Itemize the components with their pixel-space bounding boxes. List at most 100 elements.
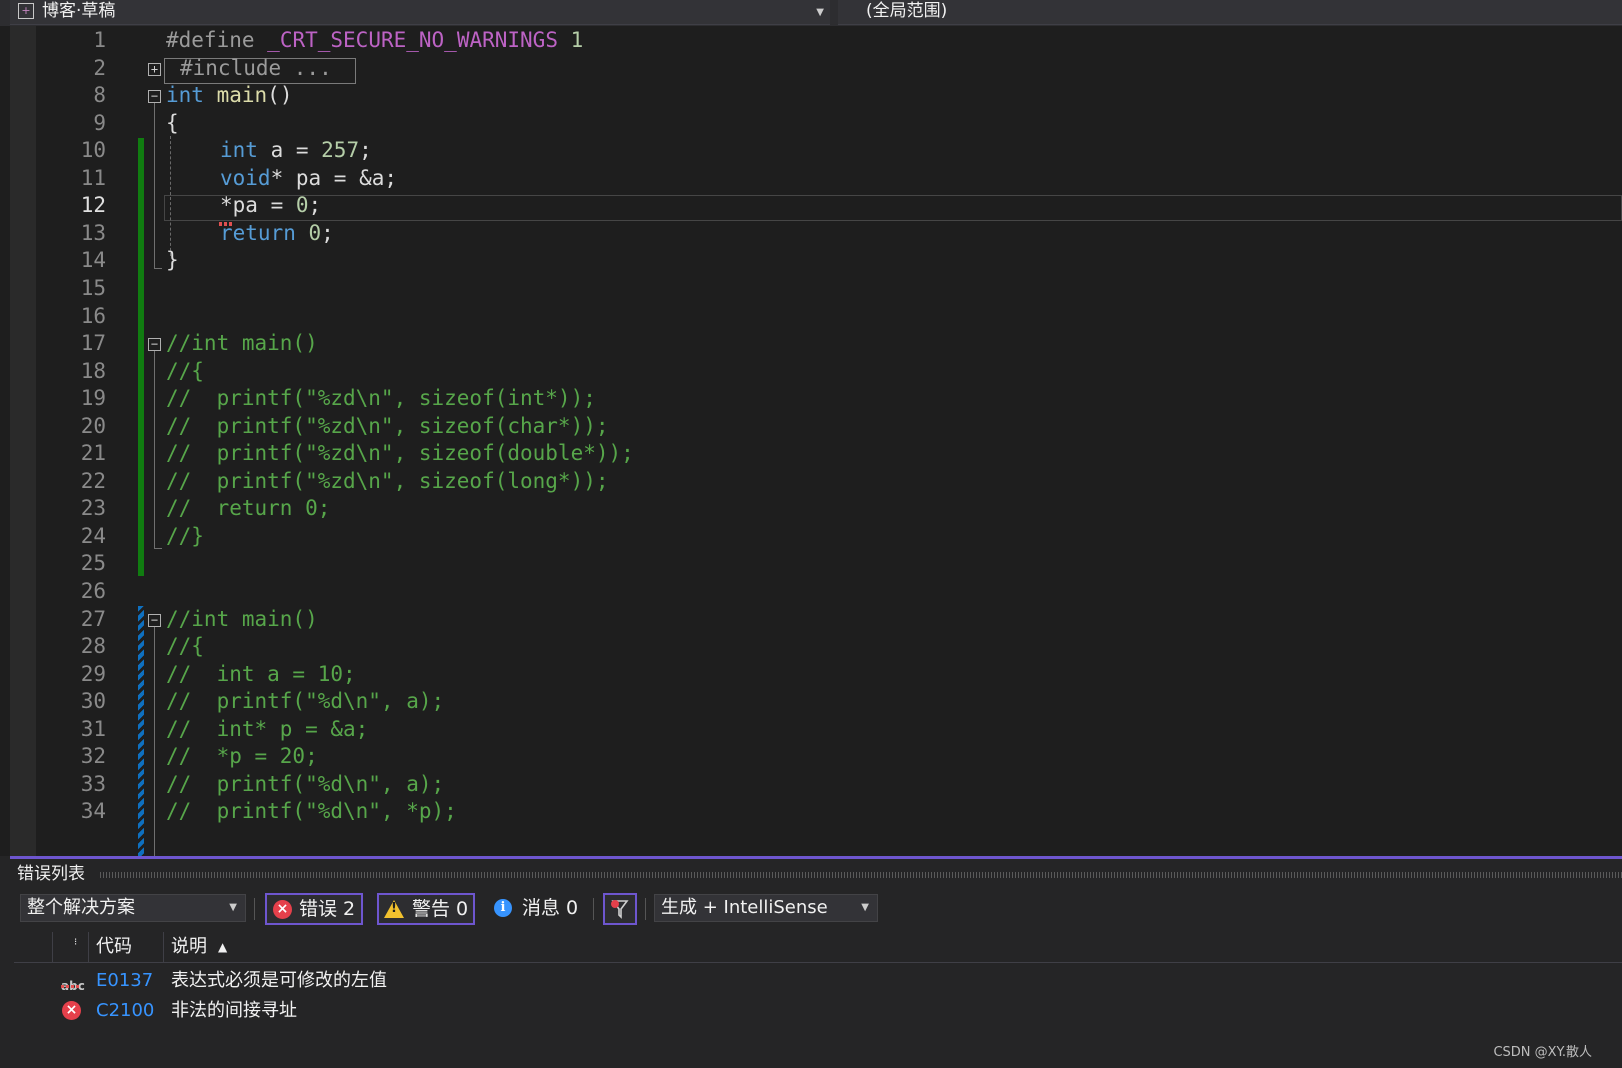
comment-line: //{ bbox=[166, 359, 204, 383]
collapse-icon[interactable]: − bbox=[148, 90, 161, 103]
line-number: 30 bbox=[80, 689, 106, 713]
messages-filter-button[interactable]: i 消息 0 bbox=[494, 894, 584, 924]
line-number: 10 bbox=[80, 138, 106, 162]
comment-line: // printf("%d\n", a); bbox=[166, 772, 445, 796]
error-row[interactable]: × C2100 非法的间接寻址 bbox=[0, 996, 1622, 1026]
number-literal: 257 bbox=[321, 138, 360, 162]
line-number: 16 bbox=[80, 304, 106, 328]
line-number: 28 bbox=[80, 634, 106, 658]
toolbar-separator bbox=[593, 898, 594, 920]
scope-dropdown[interactable]: (全局范围) bbox=[838, 0, 1622, 25]
preprocessor-directive: #define bbox=[166, 28, 255, 52]
column-separator bbox=[52, 932, 53, 962]
filter-icon bbox=[611, 900, 629, 919]
chevron-down-icon: ▼ bbox=[816, 7, 824, 18]
column-separator bbox=[163, 932, 164, 962]
comment-line: // *p = 20; bbox=[166, 744, 318, 768]
build-source-dropdown[interactable]: 生成 + IntelliSense ▼ bbox=[654, 894, 878, 922]
line-number: 31 bbox=[80, 717, 106, 741]
solution-scope-label: 整个解决方案 bbox=[27, 897, 135, 918]
code-line: { bbox=[166, 111, 179, 135]
line-number: 1 bbox=[93, 28, 106, 52]
panel-focus-border bbox=[10, 856, 1622, 859]
comment-line: // printf("%zd\n", sizeof(char*)); bbox=[166, 414, 609, 438]
line-number: 8 bbox=[93, 83, 106, 107]
line-number: 13 bbox=[80, 221, 106, 245]
toolbar-separator bbox=[645, 898, 646, 920]
line-number: 9 bbox=[93, 111, 106, 135]
chevron-down-icon: ▼ bbox=[229, 902, 237, 913]
line-number: 34 bbox=[80, 799, 106, 823]
change-indicator-unsaved bbox=[138, 606, 144, 856]
filter-button[interactable] bbox=[603, 893, 637, 925]
line-number: 24 bbox=[80, 524, 106, 548]
error-row[interactable]: abc E0137 表达式必须是可修改的左值 bbox=[0, 966, 1622, 996]
line-number: 22 bbox=[80, 469, 106, 493]
expand-icon[interactable]: + bbox=[148, 63, 161, 76]
column-options-icon[interactable]: ⁝ bbox=[74, 928, 77, 958]
collapse-icon[interactable]: − bbox=[148, 614, 161, 627]
comment-line: // printf("%zd\n", sizeof(double*)); bbox=[166, 441, 634, 465]
glyph-margin bbox=[10, 26, 36, 856]
code-line: int a = 257; bbox=[220, 138, 372, 162]
code-line: int main() bbox=[166, 83, 292, 107]
comment-line: //{ bbox=[166, 634, 204, 658]
code-line-current: *pa = 0; bbox=[220, 193, 321, 217]
line-number: 18 bbox=[80, 359, 106, 383]
panel-drag-handle[interactable] bbox=[100, 872, 1622, 878]
code-line: void* pa = &a; bbox=[220, 166, 397, 190]
code-text: a = bbox=[257, 138, 322, 162]
code-text: * pa = &a; bbox=[270, 166, 398, 190]
comment-line: //int main() bbox=[166, 607, 318, 631]
scope-label: (全局范围) bbox=[866, 1, 948, 21]
line-number: 15 bbox=[80, 276, 106, 300]
comment-line: // printf("%d\n", a); bbox=[166, 689, 445, 713]
errors-filter-label: 错误 2 bbox=[299, 898, 356, 920]
column-header-code[interactable]: 代码 bbox=[96, 932, 132, 962]
warnings-filter-button[interactable]: ! 警告 0 bbox=[377, 893, 475, 925]
code-line: #define _CRT_SECURE_NO_WARNINGS 1 bbox=[166, 28, 583, 52]
function-name: main bbox=[216, 83, 268, 107]
column-separator bbox=[88, 932, 89, 962]
warnings-filter-label: 警告 0 bbox=[412, 898, 469, 920]
comment-line: // return 0; bbox=[166, 496, 331, 520]
collapse-icon[interactable]: − bbox=[148, 338, 161, 351]
messages-filter-label: 消息 0 bbox=[522, 897, 579, 919]
keyword: void bbox=[220, 166, 271, 190]
line-number: 33 bbox=[80, 772, 106, 796]
solution-scope-dropdown[interactable]: 整个解决方案 ▼ bbox=[20, 894, 246, 922]
macro-value: 1 bbox=[570, 28, 584, 52]
fold-guide bbox=[154, 103, 155, 268]
line-number-current: 12 bbox=[80, 193, 106, 217]
fold-guide-end bbox=[154, 548, 162, 549]
line-number: 11 bbox=[80, 166, 106, 190]
errors-filter-button[interactable]: × 错误 2 bbox=[265, 893, 363, 925]
line-number: 26 bbox=[80, 579, 106, 603]
code-line: return 0; bbox=[220, 221, 334, 245]
header-divider bbox=[14, 962, 1622, 963]
error-circle-icon: × bbox=[62, 1001, 81, 1020]
code-text: ; bbox=[308, 193, 322, 217]
comment-line: // printf("%zd\n", sizeof(long*)); bbox=[166, 469, 609, 493]
error-code[interactable]: E0137 bbox=[96, 966, 153, 996]
error-code[interactable]: C2100 bbox=[96, 996, 154, 1026]
error-list-panel: 错误列表 整个解决方案 ▼ × 错误 2 ! 警告 0 i 消息 0 生成 + … bbox=[0, 856, 1622, 1068]
code-text: ; bbox=[359, 138, 372, 162]
line-number: 2 bbox=[93, 56, 106, 80]
error-description: 表达式必须是可修改的左值 bbox=[171, 970, 387, 991]
code-text: pa = bbox=[232, 193, 296, 217]
current-line-highlight bbox=[164, 195, 1622, 221]
code-editor[interactable]: 1 2 8 9 10 11 12 13 14 15 16 17 18 19 20… bbox=[0, 26, 1622, 856]
line-number: 25 bbox=[80, 551, 106, 575]
keyword: return bbox=[220, 221, 296, 245]
panel-title[interactable]: 错误列表 bbox=[17, 862, 85, 886]
project-dropdown[interactable]: + 博客·草稿 ▼ bbox=[10, 0, 830, 25]
column-header-description[interactable]: 说明 bbox=[171, 932, 207, 962]
line-number: 32 bbox=[80, 744, 106, 768]
chevron-down-icon: ▼ bbox=[861, 902, 869, 913]
info-icon: i bbox=[494, 899, 512, 917]
line-number: 19 bbox=[80, 386, 106, 410]
line-number: 21 bbox=[80, 441, 106, 465]
line-number: 14 bbox=[80, 248, 106, 272]
